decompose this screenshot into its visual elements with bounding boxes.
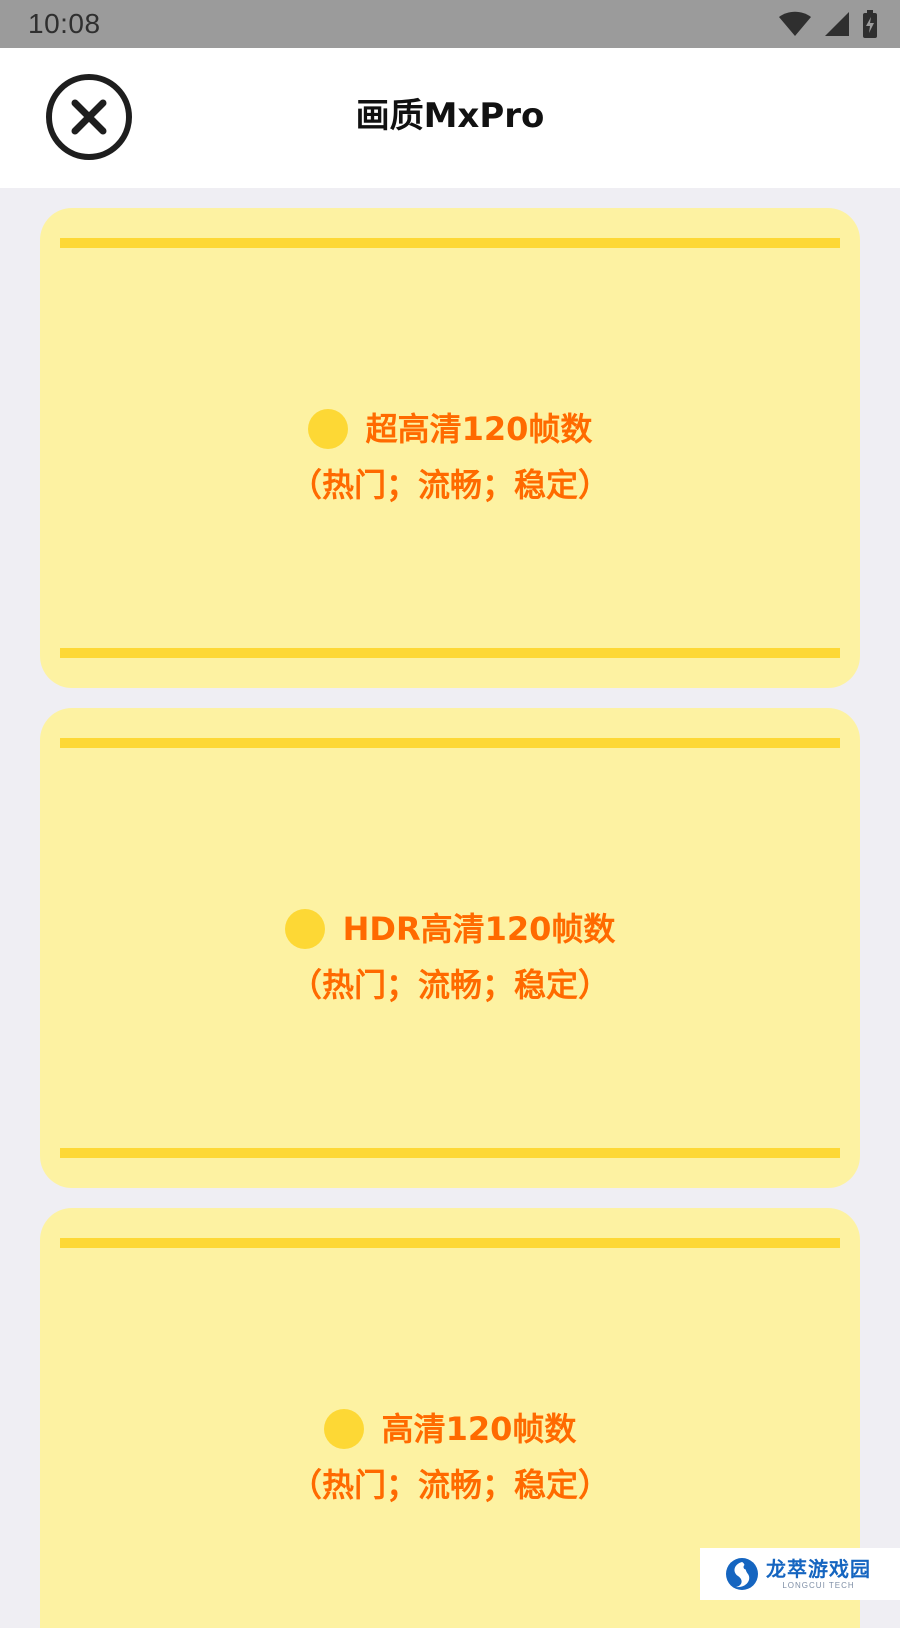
watermark-name: 龙萃游戏园 — [766, 1557, 871, 1581]
page-title: 画质MxPro — [355, 96, 545, 136]
status-time: 10:08 — [28, 8, 101, 39]
quality-option-card-2[interactable]: HDR高清120帧数 （热门；流畅；稳定） — [40, 708, 860, 1188]
option-title-row: HDR高清120帧数 — [284, 903, 616, 955]
option-description: （热门；流畅；稳定） — [289, 966, 610, 1004]
card-top-divider — [60, 1238, 840, 1248]
option-description: （热门；流畅；稳定） — [289, 1466, 610, 1504]
wifi-icon — [779, 11, 811, 36]
status-bar: 10:08 — [0, 0, 900, 48]
option-title-row: 超高清120帧数 — [307, 403, 593, 455]
app-bar: 画质MxPro — [0, 48, 900, 188]
option-bullet-icon — [323, 1409, 364, 1449]
option-title-row: 高清120帧数 — [323, 1403, 577, 1455]
option-title: HDR高清120帧数 — [342, 910, 616, 948]
longcui-logo-icon — [726, 1558, 758, 1590]
card-top-divider — [60, 238, 840, 248]
cellular-signal-icon — [825, 12, 849, 36]
option-content: HDR高清120帧数 （热门；流畅；稳定） — [40, 903, 860, 1011]
card-top-divider — [60, 738, 840, 748]
watermark: 龙萃游戏园 LONGCUI TECH — [700, 1548, 900, 1600]
option-bullet-icon — [307, 409, 348, 449]
card-bottom-divider — [60, 648, 840, 658]
option-content: 超高清120帧数 （热门；流畅；稳定） — [40, 403, 860, 511]
battery-icon — [863, 10, 877, 38]
option-bullet-icon — [284, 909, 325, 949]
quality-option-card-1[interactable]: 超高清120帧数 （热门；流畅；稳定） — [40, 208, 860, 688]
option-title: 高清120帧数 — [381, 1410, 577, 1448]
watermark-subtitle: LONGCUI TECH — [782, 1581, 855, 1590]
option-description: （热门；流畅；稳定） — [289, 466, 610, 504]
watermark-text: 龙萃游戏园 LONGCUI TECH — [766, 1557, 871, 1591]
option-title: 超高清120帧数 — [365, 410, 593, 448]
status-icons — [778, 10, 878, 38]
card-bottom-divider — [60, 1148, 840, 1158]
option-content: 高清120帧数 （热门；流畅；稳定） — [40, 1403, 860, 1511]
